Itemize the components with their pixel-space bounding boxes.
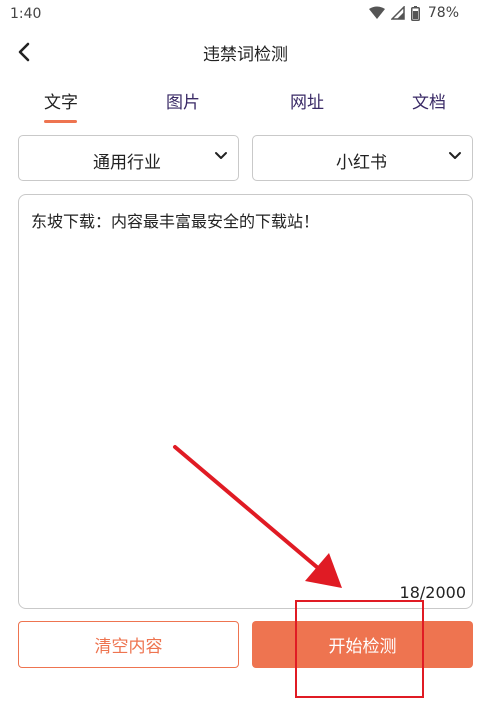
status-time: 1:40 [10, 6, 42, 22]
cellular-signal-icon [390, 6, 405, 20]
status-icons: 78% [368, 5, 459, 21]
battery-percentage: 78% [427, 5, 459, 21]
tab-document[interactable]: 文档 [412, 88, 446, 113]
tab-text[interactable]: 文字 [44, 88, 78, 113]
platform-select-value: 小红书 [336, 153, 387, 173]
industry-select-value: 通用行业 [93, 153, 161, 173]
platform-select[interactable]: 小红书 [252, 135, 473, 181]
start-detection-button[interactable]: 开始检测 [252, 621, 473, 668]
wifi-icon [368, 6, 385, 19]
status-bar: 1:40 78% [0, 0, 491, 28]
char-counter: 18/2000 [399, 583, 466, 602]
content-text: 东坡下载：内容最丰富最安全的下载站！ [31, 212, 320, 231]
page-title: 违禁词检测 [203, 45, 288, 65]
app-bar: 违禁词检测 [0, 28, 491, 76]
tab-image[interactable]: 图片 [166, 88, 200, 113]
clear-content-button[interactable]: 清空内容 [18, 621, 239, 668]
battery-icon [410, 5, 420, 21]
active-tab-indicator [44, 120, 77, 123]
industry-select[interactable]: 通用行业 [18, 135, 239, 181]
chevron-down-icon [215, 152, 227, 159]
chevron-down-icon [449, 152, 461, 159]
tab-url[interactable]: 网址 [290, 88, 324, 113]
content-textarea[interactable]: 东坡下载：内容最丰富最安全的下载站！ 18/2000 [18, 194, 473, 609]
